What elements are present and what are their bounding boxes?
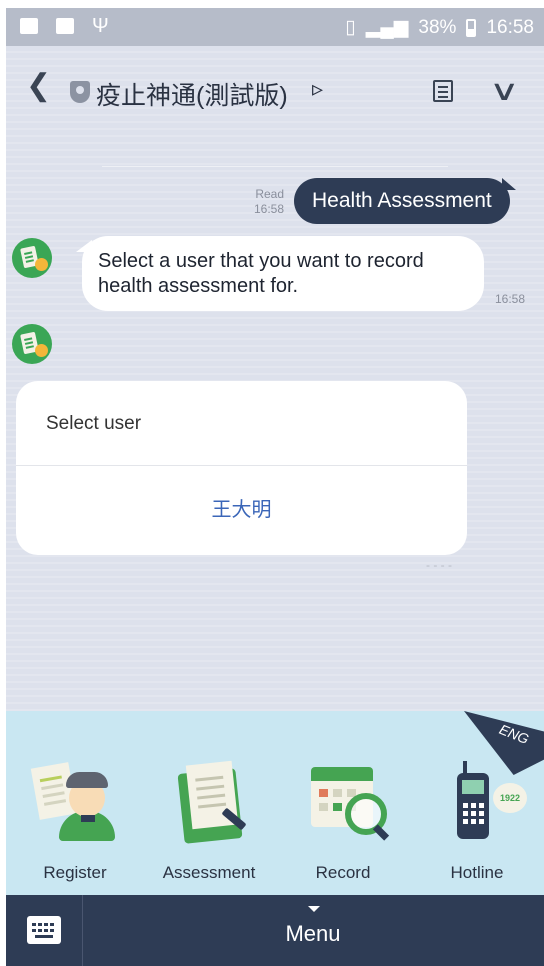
vibrate-icon: ▯ [345,17,356,38]
record-menu-item[interactable]: Record [276,761,410,891]
message-notification-icon [20,18,38,34]
assessment-menu-item[interactable]: Assessment [142,760,276,891]
battery-icon [466,18,477,37]
signal-icon: ▂▄▆ [365,17,409,38]
record-icon [303,761,390,847]
read-label: Read [255,187,284,201]
message-line: health assessment for. [98,275,299,297]
usb-icon: Ψ [92,15,109,37]
notes-icon[interactable] [433,80,453,102]
register-menu-item[interactable]: Register [8,761,142,891]
received-message-bubble[interactable]: Select a user that you want to record he… [76,236,484,311]
rich-menu: ENG Register Assessment Record 1922 Hotl… [6,711,544,895]
back-icon[interactable]: ❮ [26,68,51,103]
menu-item-label: Register [43,863,107,882]
menu-toggle-button[interactable]: Menu [82,921,544,947]
register-icon [30,761,119,847]
sent-message-bubble[interactable]: Health Assessment [294,178,516,224]
caret-down-icon[interactable] [308,906,320,912]
bot-avatar[interactable] [12,238,52,278]
hotline-number-badge: 1922 [493,783,527,813]
shield-icon [70,81,90,103]
bottom-bar: Menu [6,895,544,966]
card-title: Select user [46,413,142,434]
message-line: Select a user that you want to record [98,250,424,272]
menu-item-label: Record [315,863,371,882]
clock: 16:58 [486,16,534,38]
keyboard-button[interactable] [6,895,83,966]
select-user-card: Select user 王大明 [16,381,467,555]
status-bar: Ψ ▯ ▂▄▆ 38% 16:58 [6,8,544,46]
sent-time: 16:58 [253,202,284,216]
user-option-button[interactable]: 王大明 [16,465,467,555]
mute-icon: ▹ [312,76,324,101]
image-notification-icon [56,18,74,34]
chat-area[interactable]: ❮ 疫止神通(測試版) ▹ ∨ Read 16:58 Health Assess… [6,46,544,711]
bot-avatar[interactable] [12,324,52,364]
read-receipt: Read 16:58 [236,187,284,217]
menu-item-label: Assessment [162,863,256,882]
assessment-icon [169,760,253,847]
chat-header: ❮ 疫止神通(測試版) ▹ ∨ [6,46,544,126]
menu-item-label: Hotline [450,863,504,882]
phone-screen: Ψ ▯ ▂▄▆ 38% 16:58 ❮ 疫止神通(測試版) ▹ ∨ Read 1… [6,8,544,966]
chevron-down-icon[interactable]: ∨ [489,74,520,107]
keyboard-icon [27,916,61,944]
hotline-menu-item[interactable]: 1922 Hotline [410,761,544,891]
received-time: 16:58 [495,292,526,306]
card-time: - - - - [426,558,452,572]
chat-title: 疫止神通(測試版) [96,82,288,110]
divider [102,166,448,167]
hotline-icon: 1922 [437,761,527,847]
battery-percent: 38% [418,16,457,38]
